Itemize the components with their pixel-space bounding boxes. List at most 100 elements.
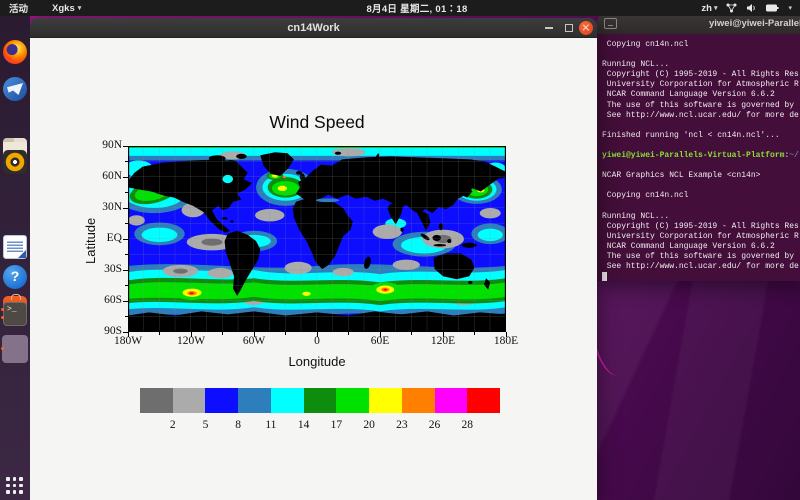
terminal-text: Finished running 'ncl < cn14n.ncl'... (602, 131, 780, 140)
plot-title: Wind Speed (128, 112, 506, 133)
running-indicator-dot (1, 347, 4, 350)
dock-item-xgks-window[interactable] (2, 335, 28, 363)
x-tick-mark (411, 332, 412, 335)
network-icon[interactable] (726, 3, 737, 13)
x-tick-mark (222, 332, 223, 335)
terminal-text-line: The use of this software is governed by (602, 101, 800, 111)
y-tick-label: 60N (74, 170, 122, 184)
x-tick-mark (159, 332, 160, 335)
y-tick-mark (123, 270, 128, 271)
dock-item-rhythmbox[interactable] (3, 150, 27, 174)
colorbar-label: 28 (455, 419, 479, 431)
colorbar-segment (205, 388, 238, 413)
dock-item-terminal[interactable]: >_ (3, 302, 27, 326)
x-tick-mark (348, 332, 349, 335)
terminal-text-line (602, 272, 800, 281)
terminal-text: Running NCL... (602, 60, 669, 69)
plot-window-title: cn14Work (30, 18, 597, 38)
activities-button[interactable]: 活动 (9, 1, 28, 15)
dock-item-help[interactable]: ? (3, 265, 27, 289)
volume-icon[interactable] (746, 3, 757, 13)
x-tick-mark (474, 332, 475, 335)
terminal-text: NCAR Graphics NCL Example <cn14n> (602, 171, 760, 180)
terminal-text-line (602, 121, 800, 131)
terminal-text-line: Running NCL... (602, 60, 800, 70)
x-tick-mark (285, 332, 286, 335)
terminal-text-line: NCAR Command Language Version 6.6.2 (602, 90, 800, 100)
terminal-text-line (602, 50, 800, 60)
terminal-text: ~/ (789, 151, 799, 160)
terminal-text-line: See http://www.ncl.ucar.edu/ for more de (602, 262, 800, 272)
y-tick-mark (123, 208, 128, 209)
y-tick-label: 60S (74, 294, 122, 308)
terminal-text-line: Copying cn14n.ncl (602, 40, 800, 50)
y-tick-label: 30S (74, 263, 122, 277)
y-tick-mark (123, 301, 128, 302)
y-tick-mark (123, 146, 128, 147)
terminal-text: The use of this software is governed by (602, 101, 799, 110)
x-tick-mark (317, 332, 318, 337)
terminal-text: University Corporation for Atmospheric R (602, 80, 799, 89)
y-tick-mark (125, 223, 128, 224)
terminal-window-icon (604, 18, 617, 29)
x-tick-mark (191, 332, 192, 337)
colorbar-label: 20 (357, 419, 381, 431)
colorbar-label: 26 (423, 419, 447, 431)
x-tick-mark (380, 332, 381, 337)
colorbar-segment (271, 388, 304, 413)
terminal-text-line (602, 202, 800, 212)
colorbar-label: 11 (259, 419, 283, 431)
y-tick-label: 90N (74, 139, 122, 153)
terminal-text-line: Finished running 'ncl < cn14n.ncl'... (602, 131, 800, 141)
terminal-text-line (602, 141, 800, 151)
dock: A ? >_ (0, 16, 30, 500)
dock-item-thunderbird[interactable] (3, 77, 27, 101)
terminal-text: Copyright (C) 1995-2019 - All Rights Res (602, 222, 799, 231)
show-applications-button[interactable] (6, 477, 24, 495)
plot-window: cn14Work Wind Speed (30, 18, 597, 500)
colorbar (140, 388, 500, 413)
clock[interactable]: 8月4日 星期二, 01∶18 (366, 1, 467, 15)
terminal-text-line: The use of this software is governed by (602, 252, 800, 262)
terminal-text-line: Running NCL... (602, 212, 800, 222)
y-tick-label: 30N (74, 201, 122, 215)
terminal-cursor (602, 272, 607, 281)
terminal-text-line: NCAR Graphics NCL Example <cn14n> (602, 171, 800, 181)
app-menu[interactable]: Xgks ▾ (52, 3, 81, 14)
colorbar-label: 2 (161, 419, 185, 431)
input-method-indicator[interactable]: zh ▾ (701, 3, 717, 14)
dock-item-libreoffice-writer[interactable] (3, 235, 27, 259)
colorbar-segment (435, 388, 468, 413)
battery-icon[interactable] (766, 4, 779, 12)
colorbar-segment (304, 388, 337, 413)
menu-caret-icon[interactable]: ▾ (788, 4, 792, 12)
terminal-text: Running NCL... (602, 212, 669, 221)
x-tick-mark (443, 332, 444, 337)
terminal-text-line: University Corporation for Atmospheric R (602, 232, 800, 242)
y-tick-mark (125, 285, 128, 286)
map-gridlines (128, 146, 506, 332)
running-indicator-dot (1, 308, 4, 311)
y-tick-label: EQ (74, 232, 122, 246)
colorbar-segment (467, 388, 500, 413)
running-indicator-dot (1, 316, 4, 319)
y-axis-title: Latitude (83, 206, 97, 276)
terminal-text: NCAR Command Language Version 6.6.2 (602, 242, 775, 251)
chevron-down-icon: ▾ (78, 4, 82, 12)
minimize-button[interactable] (545, 27, 553, 29)
terminal-text: Copying cn14n.ncl (602, 40, 688, 49)
terminal-titlebar[interactable]: yiwei@yiwei-Parallels-Vir (597, 14, 800, 34)
terminal-text-line: Copyright (C) 1995-2019 - All Rights Res (602, 222, 800, 232)
terminal-text-line: See http://www.ncl.ucar.edu/ for more de (602, 111, 800, 121)
terminal-output[interactable]: Copying cn14n.ncl Running NCL... Copyrigh… (597, 34, 800, 281)
wind-speed-map (128, 146, 506, 332)
dock-item-firefox[interactable] (3, 40, 27, 64)
terminal-text-line (602, 181, 800, 191)
close-button[interactable] (579, 21, 593, 35)
maximize-button[interactable] (565, 24, 573, 32)
top-bar: 活动 Xgks ▾ 8月4日 星期二, 01∶18 zh ▾ ▾ (0, 0, 800, 16)
terminal-text-line: Copyright (C) 1995-2019 - All Rights Res (602, 70, 800, 80)
plot-window-titlebar[interactable]: cn14Work (30, 18, 597, 38)
colorbar-label: 14 (292, 419, 316, 431)
y-tick-mark (123, 177, 128, 178)
